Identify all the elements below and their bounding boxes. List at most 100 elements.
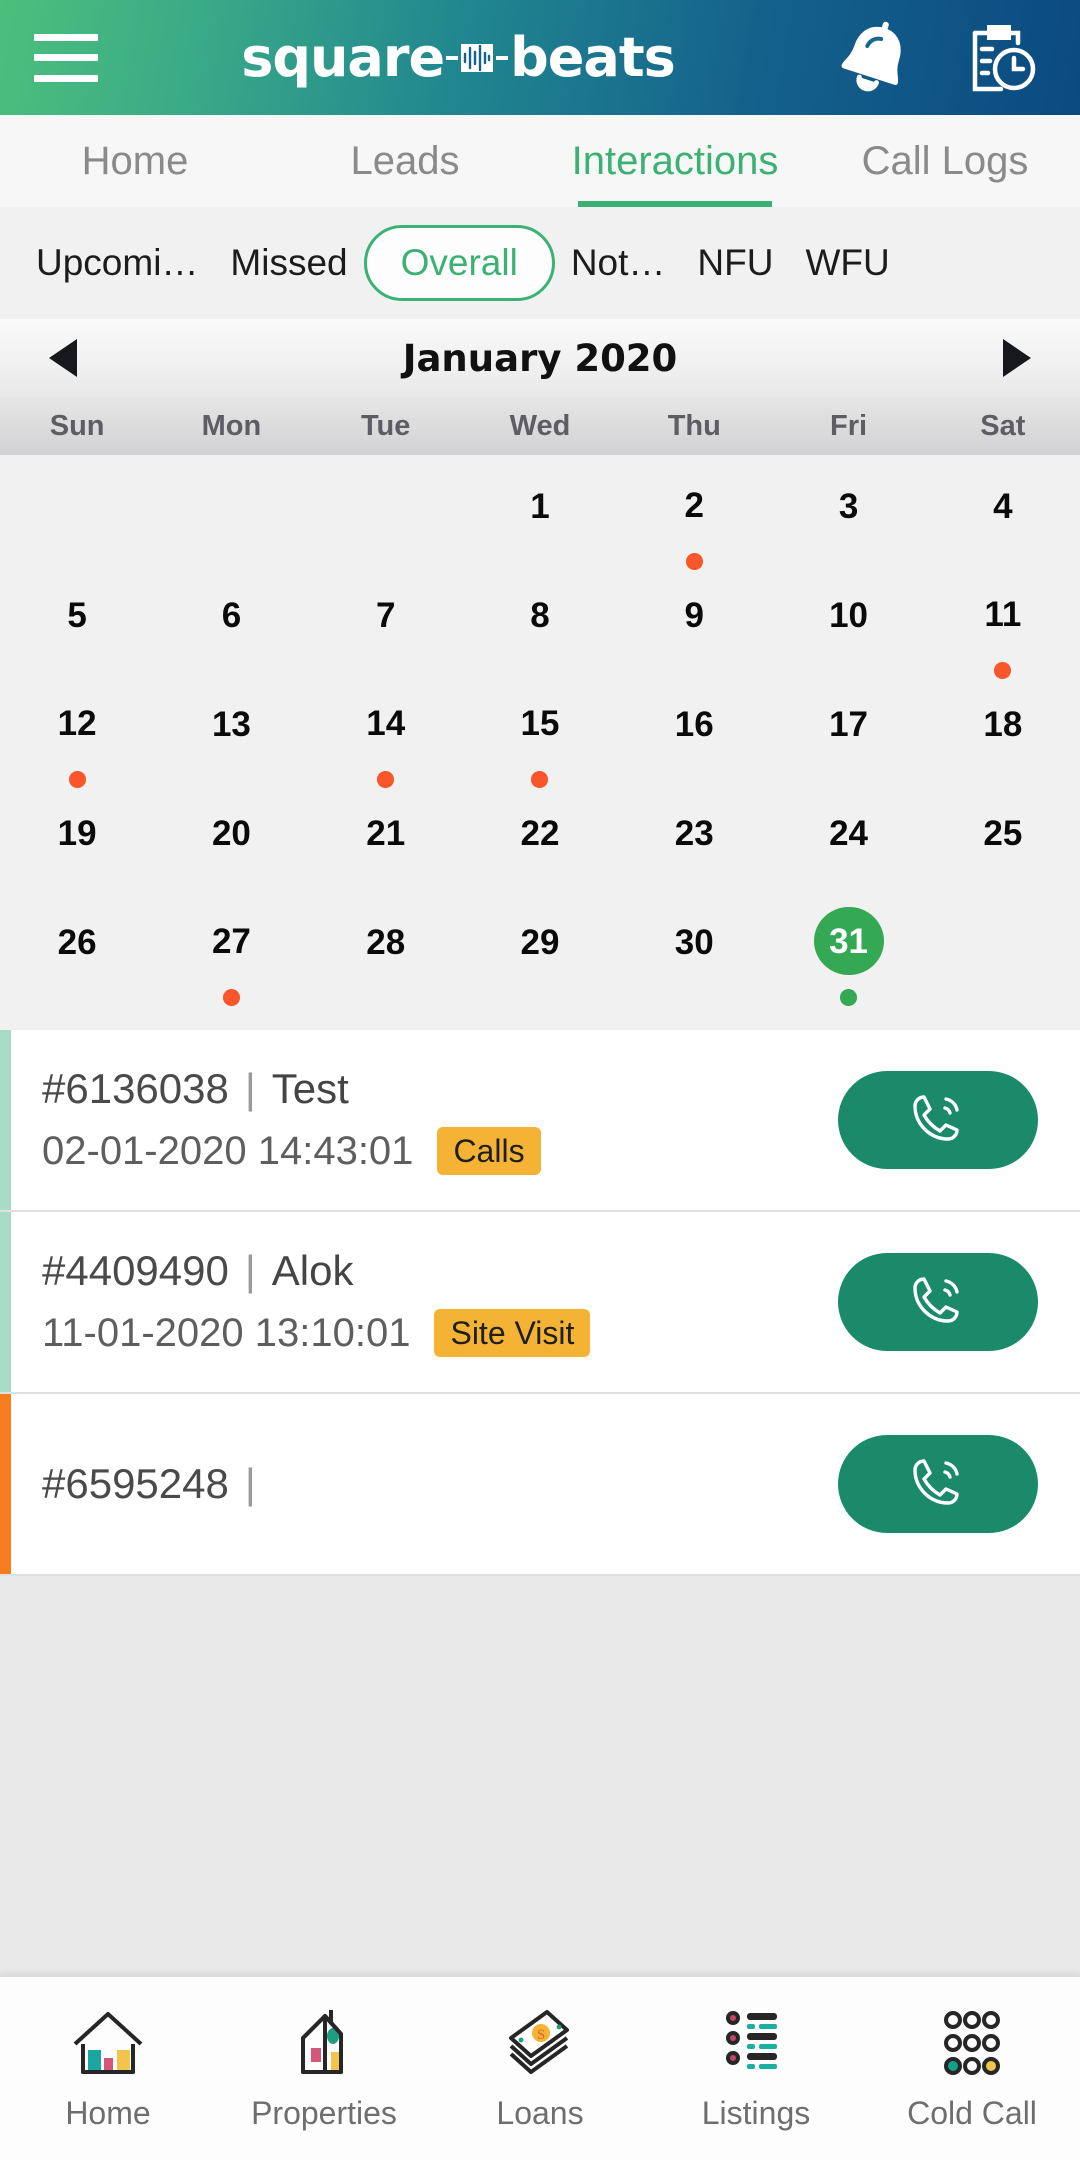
calendar-day-number: 12 xyxy=(57,703,97,743)
interaction-subline: 11-01-2020 13:10:01 Site Visit xyxy=(42,1309,838,1357)
tab-interactions[interactable]: Interactions xyxy=(540,115,810,207)
calendar-day-29[interactable]: 29 xyxy=(463,897,617,1006)
calendar-weekday-header: Sun Mon Tue Wed Thu Fri Sat xyxy=(0,397,1080,455)
calendar-day-30[interactable]: 30 xyxy=(617,897,771,1006)
calendar-day-7[interactable]: 7 xyxy=(309,570,463,679)
chevron-left-icon[interactable] xyxy=(34,337,94,379)
header-actions xyxy=(838,19,1038,97)
interaction-row[interactable]: #6136038 | Test 02-01-2020 14:43:01 Calls xyxy=(0,1030,1080,1212)
calendar-day-number: 28 xyxy=(366,922,406,962)
calendar-day-number: 14 xyxy=(366,703,406,743)
calendar-day-empty xyxy=(309,461,463,570)
calendar-day-3[interactable]: 3 xyxy=(771,461,925,570)
calendar-day-27[interactable]: 27 xyxy=(154,897,308,1006)
interaction-id: #4409490 xyxy=(42,1247,229,1294)
interaction-name: Alok xyxy=(271,1247,354,1294)
bottom-nav-home[interactable]: Home xyxy=(0,2006,216,2132)
interaction-subline: 02-01-2020 14:43:01 Calls xyxy=(42,1127,838,1175)
main-tab-bar: Home Leads Interactions Call Logs xyxy=(0,115,1080,207)
tab-home[interactable]: Home xyxy=(0,115,270,207)
bottom-nav-listings-label: Listings xyxy=(701,2094,811,2131)
calendar-day-12[interactable]: 12 xyxy=(0,679,154,788)
brand-name-right: beats xyxy=(510,26,676,89)
interaction-id: #6136038 xyxy=(42,1065,229,1112)
calendar-day-4[interactable]: 4 xyxy=(926,461,1080,570)
calendar-day-number: 18 xyxy=(983,704,1023,744)
calendar-day-20[interactable]: 20 xyxy=(154,788,308,897)
calendar-day-31[interactable]: 31 xyxy=(771,897,925,1006)
interaction-row[interactable]: #6595248 | xyxy=(0,1394,1080,1576)
calendar-day-number: 15 xyxy=(520,703,560,743)
house-icon xyxy=(69,2006,147,2085)
calendar-day-13[interactable]: 13 xyxy=(154,679,308,788)
filter-chip-upcoming[interactable]: Upcomi… xyxy=(20,242,214,284)
calendar-day-10[interactable]: 10 xyxy=(771,570,925,679)
calendar-day-21[interactable]: 21 xyxy=(309,788,463,897)
calendar-header: January 2020 xyxy=(0,319,1080,397)
filter-chip-missed[interactable]: Missed xyxy=(214,242,363,284)
call-button[interactable] xyxy=(838,1435,1038,1533)
calendar-day-number: 21 xyxy=(366,813,406,853)
filter-chip-not[interactable]: Not… xyxy=(555,242,682,284)
interaction-separator: | xyxy=(244,1065,256,1112)
bottom-nav-cold-call[interactable]: Cold Call xyxy=(864,2006,1080,2132)
calendar-day-2[interactable]: 2 xyxy=(617,461,771,570)
interaction-type-badge: Site Visit xyxy=(434,1309,591,1357)
filter-chip-nfu[interactable]: NFU xyxy=(681,242,789,284)
tab-call-logs-label: Call Logs xyxy=(861,138,1029,183)
calendar-day-number: 10 xyxy=(829,595,869,635)
calendar-day-9[interactable]: 9 xyxy=(617,570,771,679)
calendar-day-26[interactable]: 26 xyxy=(0,897,154,1006)
interaction-list: #6136038 | Test 02-01-2020 14:43:01 Calls #44… xyxy=(0,1030,1080,1975)
calendar-day-18[interactable]: 18 xyxy=(926,679,1080,788)
call-button[interactable] xyxy=(838,1253,1038,1351)
chevron-right-icon[interactable] xyxy=(986,337,1046,379)
tab-call-logs[interactable]: Call Logs xyxy=(810,115,1080,207)
calendar-day-5[interactable]: 5 xyxy=(0,570,154,679)
bell-icon[interactable] xyxy=(838,19,912,97)
phone-call-icon xyxy=(901,1081,975,1160)
calendar-day-number: 4 xyxy=(993,486,1013,526)
calendar-day-28[interactable]: 28 xyxy=(309,897,463,1006)
interaction-row[interactable]: #4409490 | Alok 11-01-2020 13:10:01 Site Vis… xyxy=(0,1212,1080,1394)
calendar-week-row: 26 27 28 29 30 31 xyxy=(0,897,1080,1006)
calendar-day-11[interactable]: 11 xyxy=(926,570,1080,679)
tab-leads[interactable]: Leads xyxy=(270,115,540,207)
calendar-day-1[interactable]: 1 xyxy=(463,461,617,570)
calendar-day-25[interactable]: 25 xyxy=(926,788,1080,897)
filter-chip-wfu[interactable]: WFU xyxy=(789,242,905,284)
building-icon xyxy=(285,2006,363,2085)
clipboard-clock-icon[interactable] xyxy=(966,19,1038,97)
filter-chip-wfu-label: WFU xyxy=(805,242,890,283)
calendar-day-number: 30 xyxy=(674,922,714,962)
tab-home-label: Home xyxy=(81,138,189,183)
calendar-day-marker-dot xyxy=(68,771,86,788)
call-button[interactable] xyxy=(838,1071,1038,1169)
calendar-day-19[interactable]: 19 xyxy=(0,788,154,897)
calendar-day-17[interactable]: 17 xyxy=(771,679,925,788)
calendar-day-8[interactable]: 8 xyxy=(463,570,617,679)
calendar-day-number: 26 xyxy=(57,922,97,962)
calendar-day-14[interactable]: 14 xyxy=(309,679,463,788)
calendar-day-23[interactable]: 23 xyxy=(617,788,771,897)
filter-chip-not-label: Not… xyxy=(570,242,666,283)
calendar-day-16[interactable]: 16 xyxy=(617,679,771,788)
calendar-day-15[interactable]: 15 xyxy=(463,679,617,788)
interaction-id: #6595248 xyxy=(42,1460,229,1507)
bottom-nav-loans[interactable]: S Loans xyxy=(432,2006,648,2132)
app-header: square beats xyxy=(0,0,1080,115)
bottom-nav-loans-label: Loans xyxy=(496,2094,584,2131)
weekday-sat: Sat xyxy=(980,409,1026,442)
calendar-day-24[interactable]: 24 xyxy=(771,788,925,897)
calendar-day-number: 8 xyxy=(530,595,550,635)
calendar-day-marker-dot xyxy=(222,989,240,1006)
bottom-nav-properties-label: Properties xyxy=(251,2094,397,2131)
calendar-day-22[interactable]: 22 xyxy=(463,788,617,897)
interaction-title: #6595248 | xyxy=(42,1460,838,1508)
app-screen: square beats Home Leads Interactions Cal… xyxy=(0,0,1080,2160)
filter-chip-overall[interactable]: Overall xyxy=(363,225,555,301)
bottom-nav-listings[interactable]: Listings xyxy=(648,2006,864,2132)
calendar-day-6[interactable]: 6 xyxy=(154,570,308,679)
filter-chip-upcoming-label: Upcomi… xyxy=(36,242,199,283)
bottom-nav-properties[interactable]: Properties xyxy=(216,2006,432,2132)
